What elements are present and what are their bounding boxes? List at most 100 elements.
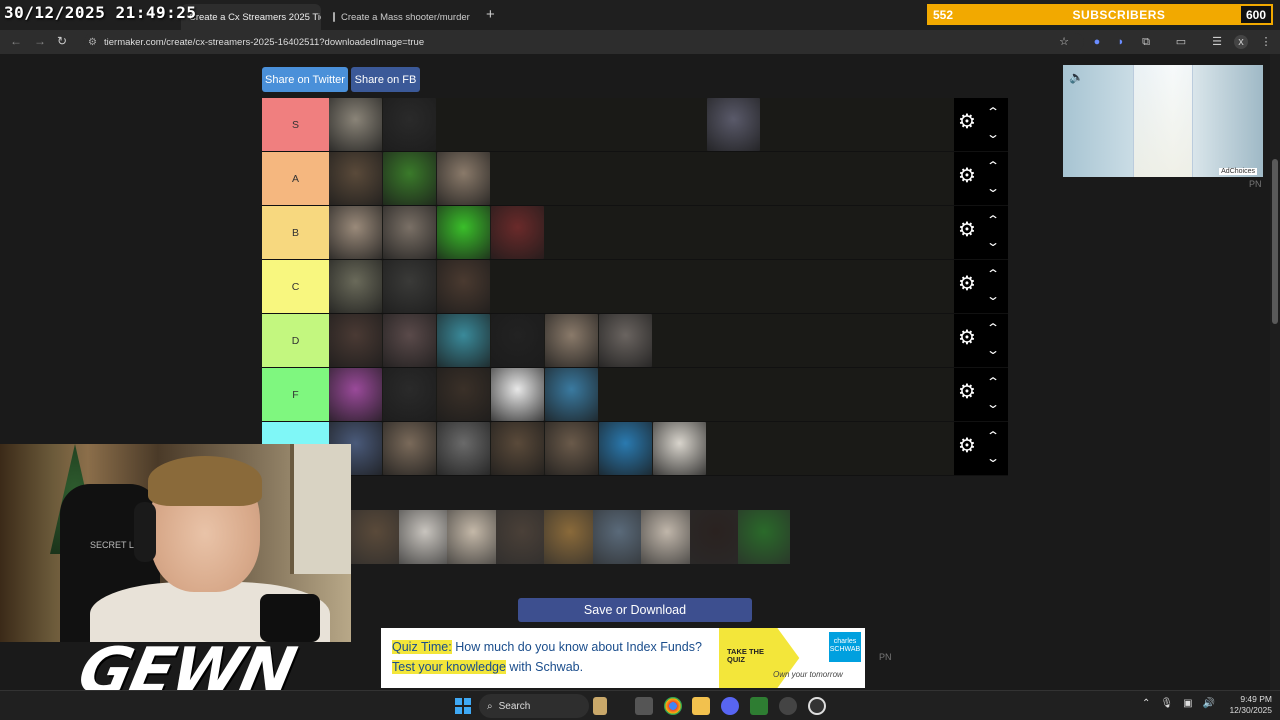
tier-item-image[interactable] <box>545 314 598 367</box>
url-field[interactable]: ⚙ tiermaker.com/create/cx-streamers-2025… <box>84 33 1084 51</box>
tier-label[interactable]: D <box>262 314 329 367</box>
tier-item-image[interactable] <box>383 152 436 205</box>
tier-item-image[interactable] <box>383 206 436 259</box>
gear-icon[interactable]: ⚙ <box>958 274 976 294</box>
windows-start-icon[interactable] <box>455 698 471 714</box>
pool-item-image[interactable] <box>447 510 499 564</box>
chevron-down-icon[interactable]: ⌄ <box>986 344 1000 356</box>
new-tab-icon[interactable]: + <box>486 6 495 23</box>
tier-item-image[interactable] <box>491 368 544 421</box>
obs-icon[interactable] <box>779 697 797 715</box>
tier-item-image[interactable] <box>329 206 382 259</box>
gear-icon[interactable]: ⚙ <box>958 220 976 240</box>
tier-item-image[interactable] <box>653 422 706 475</box>
video-ad[interactable]: 🔈 AdChoices <box>1063 65 1263 177</box>
tier-item-image[interactable] <box>329 368 382 421</box>
media-queue-icon[interactable]: ☰ <box>1210 35 1224 49</box>
excel-icon[interactable] <box>750 697 768 715</box>
chevron-up-icon[interactable]: ⌃ <box>986 376 1000 388</box>
gear-icon[interactable]: ⚙ <box>958 382 976 402</box>
gear-icon[interactable]: ⚙ <box>958 436 976 456</box>
tier-item-image[interactable] <box>545 368 598 421</box>
taskbar-clock[interactable]: 9:49 PM 12/30/2025 <box>1222 694 1272 717</box>
gear-icon[interactable]: ⚙ <box>958 166 976 186</box>
back-icon[interactable]: ← <box>10 34 22 48</box>
file-explorer-icon[interactable] <box>692 697 710 715</box>
chevron-down-icon[interactable]: ⌄ <box>986 182 1000 194</box>
discord-icon[interactable] <box>721 697 739 715</box>
pool-item-image[interactable] <box>689 510 742 564</box>
scrollbar-thumb[interactable] <box>1272 159 1278 324</box>
tier-item-image[interactable] <box>329 260 382 313</box>
pool-item-image[interactable] <box>544 510 596 564</box>
chevron-up-icon[interactable]: ⌃ <box>986 106 1000 118</box>
tier-item-image[interactable] <box>329 98 382 151</box>
tier-item-image[interactable] <box>383 314 436 367</box>
tier-item-image[interactable] <box>437 152 490 205</box>
share-facebook-button[interactable]: Share on FB <box>351 67 420 92</box>
chevron-up-icon[interactable]: ⌃ <box>986 322 1000 334</box>
tier-item-image[interactable] <box>383 260 436 313</box>
tier-item-image[interactable] <box>329 152 382 205</box>
tier-item-image[interactable] <box>707 98 760 151</box>
volume-icon[interactable]: 🔊 <box>1203 698 1215 709</box>
tier-item-image[interactable] <box>491 206 544 259</box>
tier-item-image[interactable] <box>329 314 382 367</box>
chevron-down-icon[interactable]: ⌄ <box>986 452 1000 464</box>
chevron-up-icon[interactable]: ⌃ <box>986 160 1000 172</box>
site-info-icon[interactable]: ⚙ <box>88 37 97 48</box>
tier-item-image[interactable] <box>437 422 490 475</box>
tier-item-image[interactable] <box>491 422 544 475</box>
chevron-down-icon[interactable]: ⌄ <box>986 290 1000 302</box>
tier-item-image[interactable] <box>599 314 652 367</box>
take-the-quiz-label[interactable]: TAKE THE QUIZ <box>727 647 765 665</box>
pool-item-image[interactable] <box>495 510 548 564</box>
tier-label[interactable]: C <box>262 260 329 313</box>
widget-icon[interactable] <box>593 697 607 715</box>
pool-item-image[interactable] <box>738 510 790 564</box>
adchoices-badge[interactable]: AdChoices <box>1219 168 1257 175</box>
tier-item-image[interactable] <box>599 422 652 475</box>
tier-label[interactable]: F <box>262 368 329 421</box>
pool-item-image[interactable] <box>592 510 645 564</box>
gear-icon[interactable]: ⚙ <box>958 112 976 132</box>
schwab-banner-ad[interactable]: Quiz Time: How much do you know about In… <box>381 628 865 688</box>
pool-item-image[interactable] <box>350 510 402 564</box>
tier-item-image[interactable] <box>437 314 490 367</box>
tier-label[interactable]: S <box>262 98 329 151</box>
reload-icon[interactable]: ↻ <box>57 34 67 48</box>
bookmark-star-icon[interactable]: ☆ <box>1057 35 1071 49</box>
chevron-down-icon[interactable]: ⌄ <box>986 236 1000 248</box>
chevron-down-icon[interactable]: ⌄ <box>986 128 1000 140</box>
task-view-icon[interactable] <box>635 697 653 715</box>
pool-item-image[interactable] <box>641 510 693 564</box>
tier-item-image[interactable] <box>437 206 490 259</box>
extensions-puzzle-icon[interactable]: ⧉ <box>1139 35 1153 49</box>
page-scrollbar[interactable] <box>1270 54 1280 694</box>
audio-extension-icon[interactable]: ◗ <box>1114 35 1128 49</box>
tier-item-image[interactable] <box>383 98 436 151</box>
chevron-up-icon[interactable]: ⌃ <box>1142 698 1150 709</box>
mute-icon[interactable]: 🔈 <box>1069 70 1084 84</box>
cast-icon[interactable]: ▭ <box>1174 35 1188 49</box>
tier-item-image[interactable] <box>437 260 490 313</box>
tier-item-image[interactable] <box>383 368 436 421</box>
chevron-up-icon[interactable]: ⌃ <box>986 430 1000 442</box>
tier-label[interactable]: A <box>262 152 329 205</box>
microphone-icon[interactable]: 🎙 <box>1160 698 1173 709</box>
extension-icon[interactable]: ● <box>1090 35 1104 49</box>
profile-avatar-icon[interactable]: x <box>1234 35 1248 49</box>
gear-icon[interactable]: ⚙ <box>958 328 976 348</box>
forward-icon[interactable]: → <box>34 34 46 48</box>
save-or-download-button[interactable]: Save or Download <box>518 598 752 622</box>
network-icon[interactable]: ▣ <box>1183 698 1192 709</box>
chevron-down-icon[interactable]: ⌄ <box>986 398 1000 410</box>
tier-item-image[interactable] <box>437 368 490 421</box>
chrome-icon[interactable] <box>664 697 682 715</box>
chevron-up-icon[interactable]: ⌃ <box>986 214 1000 226</box>
share-twitter-button[interactable]: Share on Twitter <box>262 67 348 92</box>
tier-item-image[interactable] <box>545 422 598 475</box>
tier-item-image[interactable] <box>383 422 436 475</box>
browser-menu-icon[interactable]: ⋮ <box>1259 35 1273 49</box>
pool-item-image[interactable] <box>398 510 451 564</box>
